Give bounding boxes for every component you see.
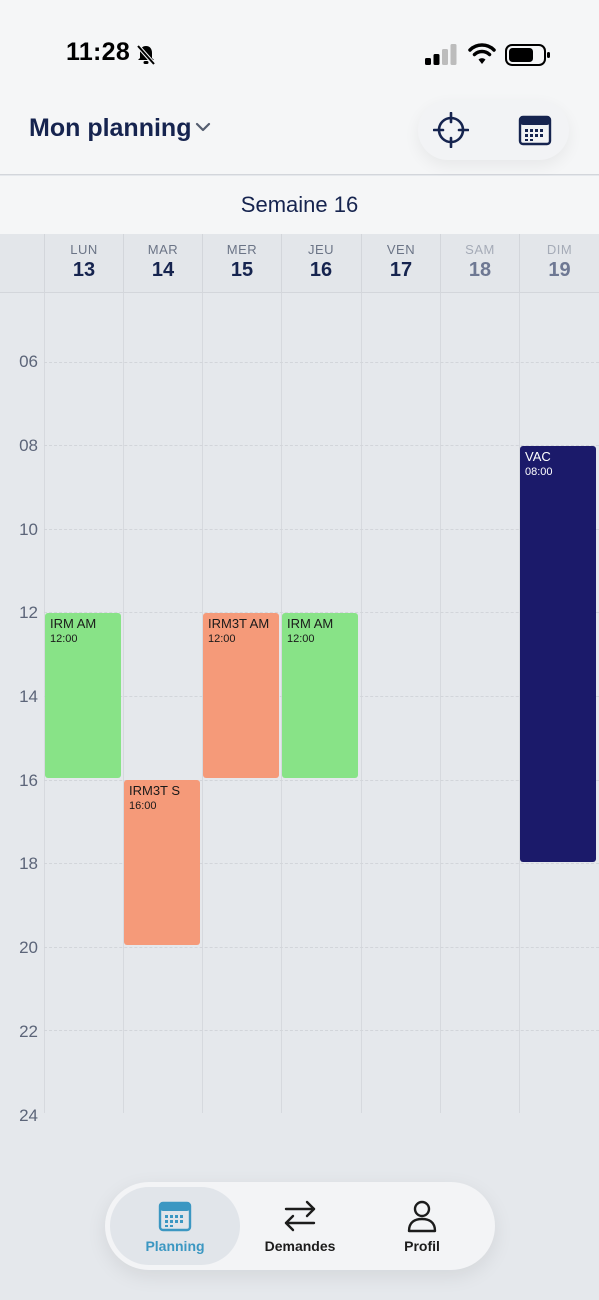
day-date: 18 <box>468 259 492 281</box>
day-name: LUN <box>70 242 98 257</box>
hour-gridline <box>44 445 599 446</box>
status-bar: 11:28 <box>0 0 599 100</box>
hour-label: 08 <box>19 436 38 455</box>
day-column-header[interactable]: VEN 17 <box>361 234 440 293</box>
event-title: IRM AM <box>287 616 334 631</box>
bell-slash-icon <box>136 44 156 66</box>
day-date: 17 <box>389 259 413 281</box>
day-column-header[interactable]: MAR 14 <box>123 234 202 293</box>
shift-event[interactable]: IRM AM 12:00 <box>282 613 358 778</box>
calendar-icon[interactable] <box>517 112 553 148</box>
header-actions <box>418 100 569 160</box>
day-date: 14 <box>151 259 175 281</box>
hour-label: 06 <box>19 352 38 371</box>
signal-icon <box>425 44 457 65</box>
hour-label: 22 <box>19 1022 38 1041</box>
nav-profil[interactable]: Profil <box>357 1187 487 1265</box>
shift-event[interactable]: IRM3T S 16:00 <box>124 780 200 945</box>
calendar-icon <box>158 1201 192 1232</box>
hour-label: 14 <box>19 687 38 706</box>
event-time: 16:00 <box>129 800 157 812</box>
day-name: SAM <box>465 242 495 257</box>
shift-event[interactable]: IRM3T AM 12:00 <box>203 613 279 778</box>
event-time: 08:00 <box>525 466 553 478</box>
status-time: 11:28 <box>66 38 131 66</box>
nav-label: Planning <box>145 1238 205 1254</box>
event-title: IRM AM <box>50 616 97 631</box>
event-time: 12:00 <box>50 633 78 645</box>
day-name: MER <box>226 242 258 257</box>
hour-label: 16 <box>19 771 38 790</box>
nav-label: Demandes <box>264 1238 336 1254</box>
nav-planning[interactable]: Planning <box>110 1187 240 1265</box>
day-name: VEN <box>386 242 416 257</box>
day-column-header[interactable]: SAM 18 <box>440 234 519 293</box>
week-selector[interactable]: Semaine 16 <box>0 176 599 234</box>
event-time: 12:00 <box>287 633 315 645</box>
hour-gridline <box>44 1030 599 1031</box>
day-column-header[interactable]: DIM 19 <box>519 234 599 293</box>
nav-label: Profil <box>404 1238 440 1254</box>
user-icon <box>407 1200 437 1233</box>
event-time: 12:00 <box>208 633 236 645</box>
day-name: MAR <box>147 242 179 257</box>
day-header: LUN 13 MAR 14 MER 15 JEU 16 VEN 17 SAM 1… <box>0 234 599 293</box>
column-divider <box>361 293 362 1113</box>
day-date: 19 <box>548 259 571 281</box>
battery-icon <box>505 44 550 66</box>
app-header: Mon planning <box>0 100 599 175</box>
day-date: 13 <box>72 259 96 281</box>
nav-demandes[interactable]: Demandes <box>235 1187 365 1265</box>
event-title: IRM3T S <box>129 783 181 798</box>
day-date: 16 <box>309 259 333 281</box>
hour-label: 10 <box>19 520 38 539</box>
hour-label: 18 <box>19 854 38 873</box>
chevron-down-icon[interactable] <box>194 120 212 134</box>
event-title: IRM3T AM <box>208 616 270 631</box>
crosshair-icon[interactable] <box>433 112 469 148</box>
hour-gridline <box>44 529 599 530</box>
swap-arrows-icon <box>284 1200 316 1232</box>
day-column-header[interactable]: MER 15 <box>202 234 281 293</box>
day-name: JEU <box>307 242 335 257</box>
calendar-grid[interactable]: 06 08 10 12 14 16 18 20 22 24 IRM AM 12:0… <box>0 293 599 1125</box>
column-divider <box>123 293 124 1113</box>
wifi-icon <box>468 43 496 64</box>
shift-event[interactable]: VAC 08:00 <box>520 446 596 862</box>
column-divider <box>440 293 441 1113</box>
hour-gridline <box>44 947 599 948</box>
event-title: VAC <box>525 449 551 464</box>
hour-gridline <box>44 362 599 363</box>
hour-label: 12 <box>19 603 38 622</box>
day-column-header[interactable]: LUN 13 <box>44 234 123 293</box>
hour-label: 20 <box>19 938 38 957</box>
page-title[interactable]: Mon planning <box>29 114 191 143</box>
day-name: DIM <box>546 242 573 257</box>
week-label: Semaine 16 <box>240 192 359 217</box>
day-date: 15 <box>230 259 254 281</box>
day-column-header[interactable]: JEU 16 <box>281 234 360 293</box>
bottom-nav: Planning Demandes Profil <box>105 1182 495 1270</box>
shift-event[interactable]: IRM AM 12:00 <box>45 613 121 778</box>
hour-label: 24 <box>19 1106 38 1125</box>
